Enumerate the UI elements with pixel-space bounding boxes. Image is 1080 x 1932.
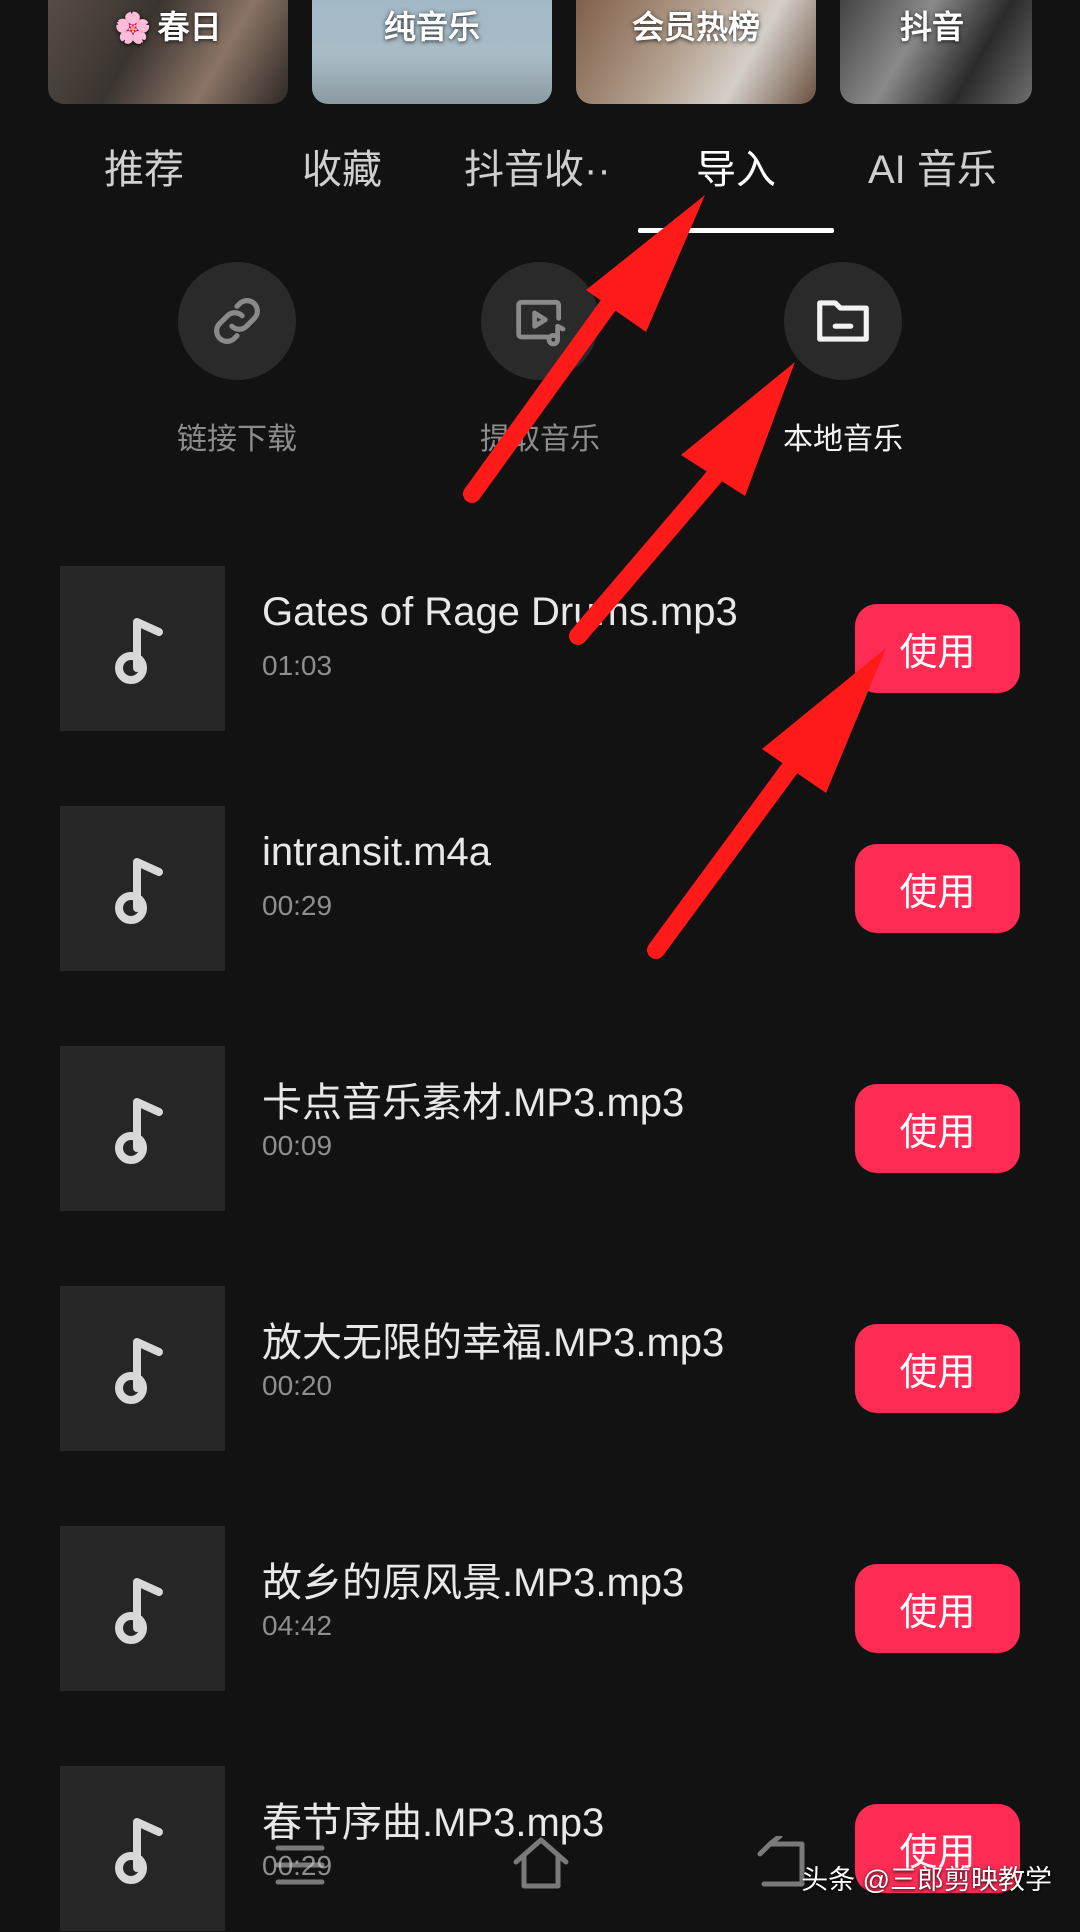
link-download-circle[interactable]	[178, 262, 296, 380]
track-duration: 00:09	[262, 1130, 333, 1161]
list-item[interactable]: intransit.m4a 00:29 使用	[0, 806, 1080, 972]
category-card-label: 会员热榜	[631, 9, 760, 45]
use-button[interactable]: 使用	[855, 604, 1020, 693]
use-button[interactable]: 使用	[855, 844, 1020, 933]
use-button[interactable]: 使用	[855, 1324, 1020, 1413]
category-card-label: 春日	[157, 9, 222, 45]
track-name: 故乡的原风景.MP3.mp3	[262, 1561, 685, 1605]
track-duration: 04:42	[262, 1610, 333, 1641]
music-note-icon	[114, 857, 163, 924]
category-card-pure-music[interactable]: 纯音乐	[312, 0, 552, 104]
link-download-label: 链接下载	[177, 423, 297, 456]
track-cover	[60, 1286, 225, 1451]
tab-douyin-favorites[interactable]: 抖音收··	[464, 140, 611, 200]
track-cover	[60, 566, 225, 731]
watermark: 头条 @三郎剪映教学	[801, 1865, 1052, 1895]
music-note-icon	[114, 1577, 163, 1644]
list-item[interactable]: Gates of Rage Drums.mp3 01:03 使用	[0, 566, 1080, 732]
cherry-blossom-icon: 🌸	[114, 12, 152, 45]
video-music-icon	[516, 299, 566, 347]
track-name: 卡点音乐素材.MP3.mp3	[262, 1081, 685, 1125]
track-cover	[60, 1046, 225, 1211]
tab-recommend[interactable]: 推荐	[104, 140, 184, 200]
use-button[interactable]: 使用	[855, 1564, 1020, 1653]
home-icon[interactable]	[508, 1832, 574, 1894]
list-item[interactable]: 卡点音乐素材.MP3.mp3 00:09 使用	[0, 1046, 1080, 1212]
menu-icon[interactable]	[272, 1840, 328, 1890]
category-card-label: 抖音	[900, 9, 965, 45]
tab-ai-music[interactable]: AI 音乐	[868, 140, 997, 200]
music-note-icon	[114, 617, 163, 684]
category-card-label: 纯音乐	[383, 9, 480, 45]
category-card-douyin[interactable]: 抖音	[840, 0, 1032, 104]
list-item[interactable]: 故乡的原风景.MP3.mp3 04:42 使用	[0, 1526, 1080, 1692]
music-note-icon	[114, 1097, 163, 1164]
extract-music-button[interactable]: 提取音乐	[440, 262, 640, 458]
track-cover	[60, 806, 225, 971]
track-duration: 00:29	[262, 890, 333, 921]
category-card-spring[interactable]: 🌸 春日	[48, 0, 288, 104]
category-cards: 🌸 春日 纯音乐 会员热榜 抖音	[0, 0, 1080, 108]
track-duration: 01:03	[262, 650, 333, 681]
local-music-circle[interactable]	[784, 262, 902, 380]
local-music-label: 本地音乐	[783, 423, 903, 456]
link-icon	[214, 298, 260, 344]
music-tabs: 推荐 收藏 抖音收·· 导入 AI 音乐	[0, 140, 1080, 240]
list-item[interactable]: 放大无限的幸福.MP3.mp3 00:20 使用	[0, 1286, 1080, 1452]
track-name: intransit.m4a	[262, 830, 491, 874]
local-music-button[interactable]: 本地音乐	[743, 262, 943, 458]
track-duration: 00:20	[262, 1370, 333, 1401]
extract-music-circle[interactable]	[481, 262, 599, 380]
tab-favorites[interactable]: 收藏	[302, 140, 382, 200]
use-button[interactable]: 使用	[855, 1084, 1020, 1173]
tab-import[interactable]: 导入	[696, 140, 776, 200]
folder-icon	[817, 300, 869, 342]
active-tab-indicator	[638, 228, 834, 233]
track-cover	[60, 1526, 225, 1691]
music-note-icon	[114, 1337, 163, 1404]
track-name: Gates of Rage Drums.mp3	[262, 590, 738, 634]
link-download-button[interactable]: 链接下载	[137, 262, 337, 458]
category-card-vip-chart[interactable]: 会员热榜	[576, 0, 816, 104]
extract-music-label: 提取音乐	[480, 423, 600, 456]
track-name: 放大无限的幸福.MP3.mp3	[262, 1321, 725, 1365]
